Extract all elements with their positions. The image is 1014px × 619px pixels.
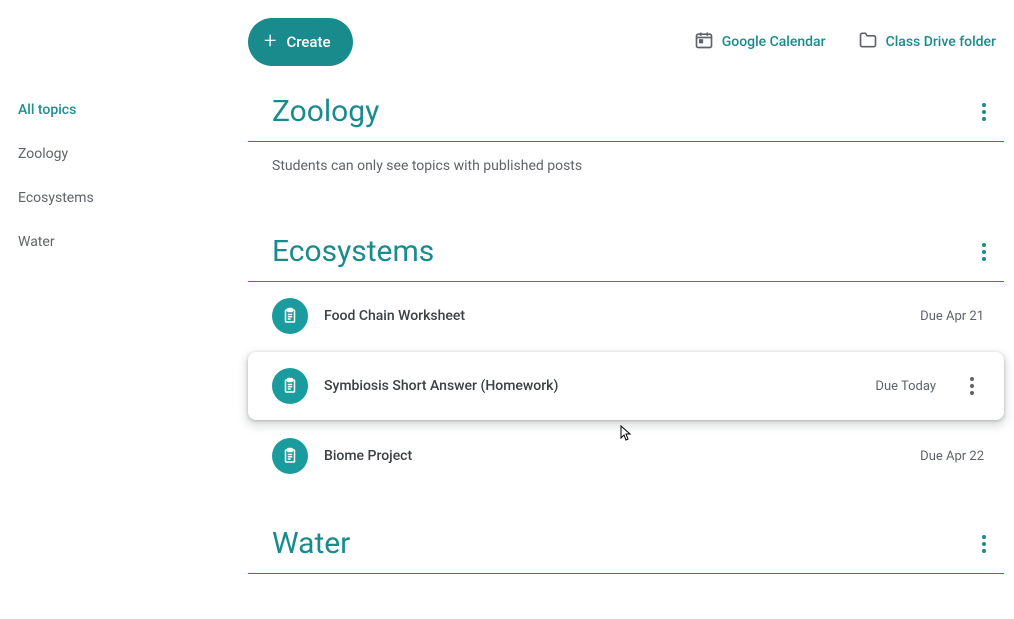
more-options-icon[interactable] <box>972 532 996 556</box>
sidebar-item-zoology[interactable]: Zoology <box>18 132 248 176</box>
assignment-row[interactable]: Symbiosis Short Answer (Homework) Due To… <box>248 352 1004 420</box>
assignment-icon <box>272 298 308 334</box>
calendar-link[interactable]: Google Calendar <box>686 30 834 54</box>
topbar: + Create Google Calendar <box>248 0 1004 86</box>
create-button[interactable]: + Create <box>248 18 353 66</box>
topic-note: Students can only see topics with publis… <box>248 142 1004 198</box>
more-options-icon[interactable] <box>972 100 996 124</box>
topic-header: Zoology <box>248 86 1004 142</box>
topic-header: Water <box>248 518 1004 574</box>
topic-title[interactable]: Zoology <box>272 94 379 129</box>
drive-folder-link[interactable]: Class Drive folder <box>850 30 1004 54</box>
assignment-due: Due Today <box>875 379 936 394</box>
plus-icon: + <box>264 31 276 53</box>
calendar-link-label: Google Calendar <box>722 34 826 50</box>
drive-folder-label: Class Drive folder <box>886 34 996 50</box>
more-options-icon[interactable] <box>972 240 996 264</box>
main-content: + Create Google Calendar <box>248 0 1014 619</box>
create-label: Create <box>286 33 330 51</box>
sidebar-item-water[interactable]: Water <box>18 220 248 264</box>
assignment-due: Due Apr 21 <box>920 309 984 324</box>
more-options-icon[interactable] <box>960 374 984 398</box>
assignment-title: Symbiosis Short Answer (Homework) <box>324 378 859 394</box>
assignment-due: Due Apr 22 <box>920 449 984 464</box>
topic-header: Ecosystems <box>248 226 1004 282</box>
assignment-title: Biome Project <box>324 448 904 464</box>
topic-section-ecosystems: Ecosystems Food Chain Worksheet Due Apr … <box>248 226 1004 490</box>
assignment-row[interactable]: Food Chain Worksheet Due Apr 21 <box>248 282 1004 350</box>
folder-icon <box>858 30 878 54</box>
sidebar-item-ecosystems[interactable]: Ecosystems <box>18 176 248 220</box>
topic-title[interactable]: Water <box>272 526 350 561</box>
topic-section-zoology: Zoology Students can only see topics wit… <box>248 86 1004 198</box>
calendar-icon <box>694 30 714 54</box>
topic-title[interactable]: Ecosystems <box>272 234 434 269</box>
assignment-icon <box>272 438 308 474</box>
assignment-title: Food Chain Worksheet <box>324 308 904 324</box>
sidebar: All topics Zoology Ecosystems Water <box>0 0 248 619</box>
topic-section-water: Water <box>248 518 1004 574</box>
sidebar-item-all-topics[interactable]: All topics <box>18 88 248 132</box>
assignment-row[interactable]: Biome Project Due Apr 22 <box>248 422 1004 490</box>
assignment-icon <box>272 368 308 404</box>
